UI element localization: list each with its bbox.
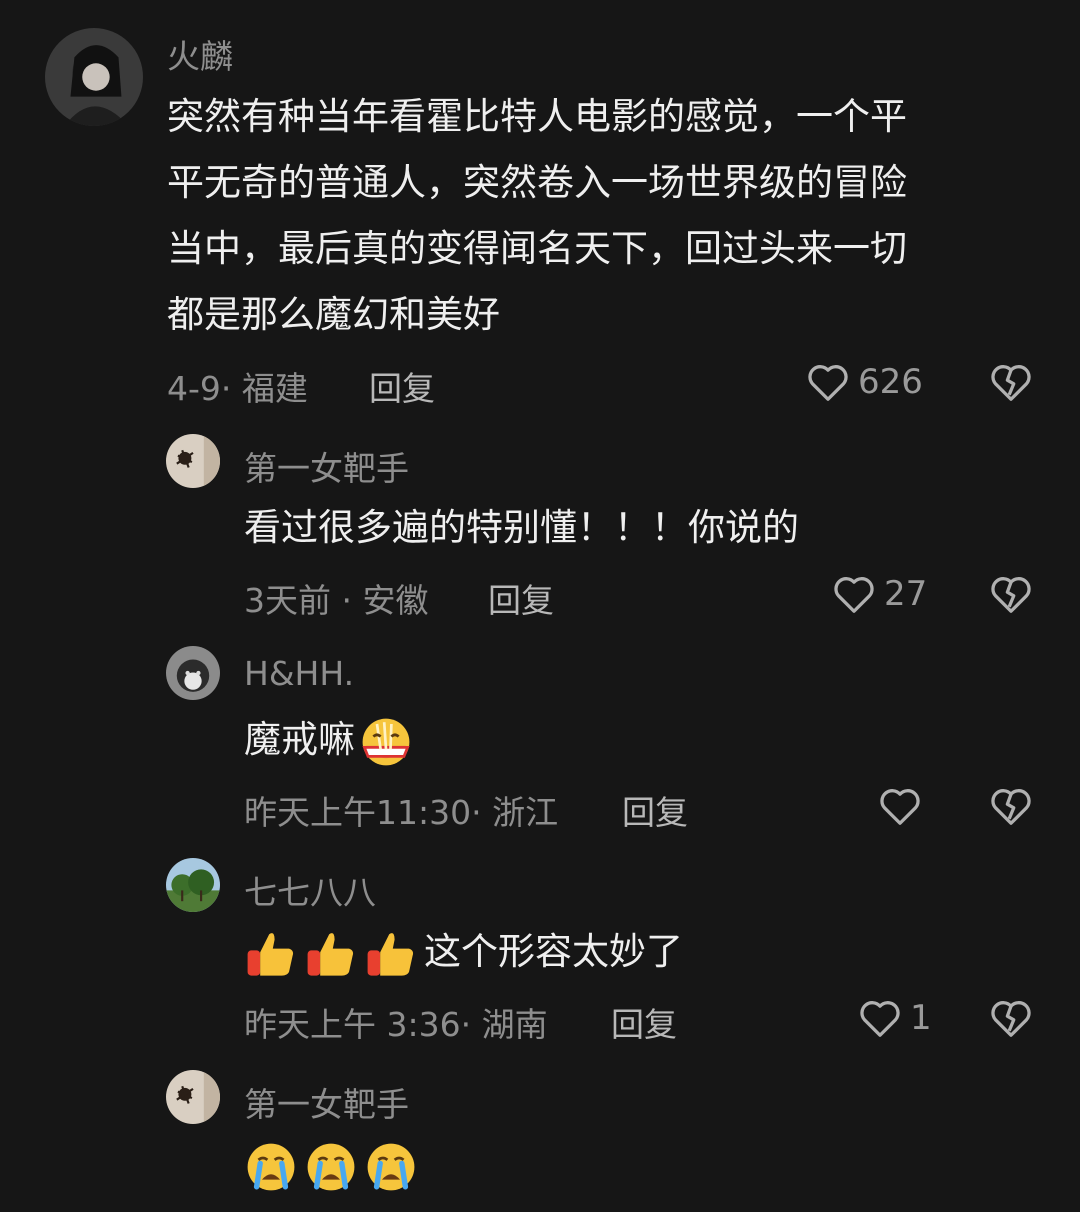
comment-text-line: 当中，最后真的变得闻名天下，回过头来一切 [167,227,907,270]
comment-text: 突然有种当年看霍比特人电影的感觉，一个平 平无奇的普通人，突然卷入一场世界级的冒… [167,84,1017,348]
avatar[interactable] [45,28,143,126]
broken-heart-icon[interactable] [989,786,1033,826]
comment-text-line: 突然有种当年看霍比特人电影的感觉，一个平 [167,95,907,138]
avatar[interactable] [166,1070,220,1124]
comment-username[interactable]: H&HH. [244,654,354,693]
heart-outline-icon [834,577,874,613]
comment-text-line: 都是那么魔幻和美好 [167,293,500,336]
reply-button[interactable]: 回复 [369,362,435,410]
reply-button[interactable]: 回复 [622,786,688,834]
comment-item: 七七八八 这个形容太妙了 昨天上午 3:36· 湖南 回复 1 [0,844,1080,1054]
comment-text: 魔戒嘛 [244,707,1004,773]
broken-heart-icon[interactable] [989,362,1033,402]
comment-text-content: 魔戒嘛 [244,718,355,761]
comment-text: 看过很多遍的特别懂！！！你说的 [244,506,799,549]
like-button[interactable]: 626 [806,362,923,402]
avatar[interactable] [166,646,220,700]
broken-heart-icon[interactable] [989,998,1033,1038]
comment-meta: 4-9· 福建 [167,369,308,408]
like-count: 1 [910,998,932,1038]
comment-item: 火麟 突然有种当年看霍比特人电影的感觉，一个平 平无奇的普通人，突然卷入一场世界… [0,0,1080,420]
crying-face-emoji [244,1140,298,1194]
like-button[interactable]: 27 [832,574,927,614]
heart-outline-icon [880,789,920,825]
comment-item: H&HH. 魔戒嘛 昨天上午11:30· 浙江 回复 [0,632,1080,842]
thumbs-up-emoji [304,927,358,981]
reply-button[interactable]: 回复 [488,574,554,622]
avatar[interactable] [166,858,220,912]
broken-heart-icon[interactable] [989,574,1033,614]
crying-face-emoji [304,1140,358,1194]
comment-username[interactable]: 第一女靶手 [244,442,409,490]
thumbs-up-emoji [364,927,418,981]
crying-face-emoji [364,1140,418,1194]
comment-meta: 3天前 · 安徽 [244,581,429,620]
comment-text-line: 平无奇的普通人，突然卷入一场世界级的冒险 [167,161,907,204]
reply-button[interactable]: 回复 [611,998,677,1046]
comment-username[interactable]: 火麟 [167,30,233,78]
like-button[interactable] [878,786,930,826]
comment-text: 这个形容太妙了 [244,919,1004,985]
comment-meta: 昨天上午 3:36· 湖南 [244,1005,548,1044]
like-button[interactable]: 1 [858,998,932,1038]
like-count: 27 [884,574,928,614]
heart-outline-icon [860,1001,900,1037]
comment-meta: 昨天上午11:30· 浙江 [244,793,559,832]
thumbs-up-emoji [244,927,298,981]
comment-item: 第一女靶手 看过很多遍的特别懂！！！你说的 3天前 · 安徽 回复 27 [0,420,1080,630]
comment-text [244,1132,1004,1198]
comment-username[interactable]: 七七八八 [244,866,376,914]
avatar[interactable] [166,434,220,488]
heart-outline-icon [808,365,848,401]
comment-text-content: 这个形容太妙了 [424,930,683,973]
comment-item: 第一女靶手 [0,1056,1080,1212]
comment-username[interactable]: 第一女靶手 [244,1078,409,1126]
noodle-emoji [359,715,413,769]
like-count: 626 [858,362,923,402]
